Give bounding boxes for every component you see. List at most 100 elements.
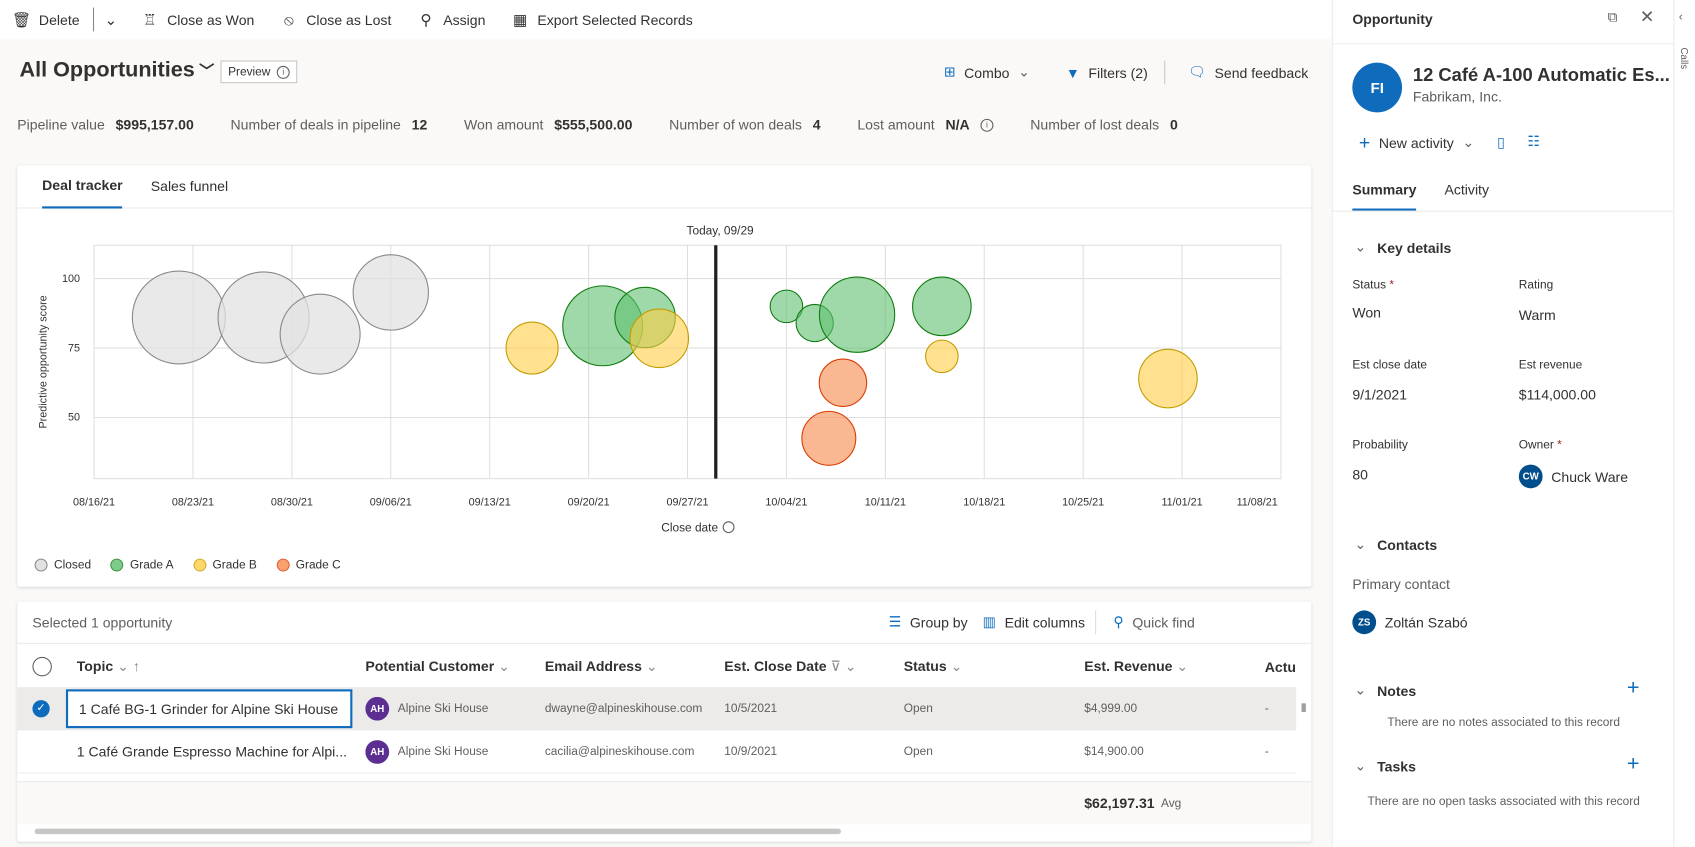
layout-icon: ⊞	[943, 63, 956, 80]
search-icon: ⚲	[1113, 613, 1124, 630]
email-cell[interactable]: dwayne@alpineskihouse.com	[545, 702, 703, 715]
column-est-revenue[interactable]: Est. Revenue ⌄	[1084, 658, 1188, 675]
kpi-deals-in-pipeline: Number of deals in pipeline 12	[230, 116, 428, 133]
y-tick-label: 75	[68, 342, 80, 354]
chart-legend: Closed Grade A Grade B Grade C	[34, 558, 341, 572]
chevron-down-icon: ⌄	[1176, 657, 1189, 675]
close-date-value[interactable]: 9/1/2021	[1352, 387, 1407, 403]
key-details-section[interactable]: ⌄ Key details	[1354, 239, 1451, 256]
x-tick-label: 10/25/21	[1062, 497, 1104, 509]
chevron-down-icon: ⌄	[104, 10, 118, 28]
column-actual[interactable]: Actual C	[1265, 659, 1296, 675]
open-in-new-window-icon[interactable]: ⧉	[1607, 9, 1617, 26]
view-selector[interactable]: All Opportunities ﹀	[19, 58, 214, 83]
more-delete-chevron[interactable]: ⌄	[94, 0, 129, 39]
x-tick-label: 10/11/21	[865, 497, 906, 509]
column-potential-customer[interactable]: Potential Customer ⌄	[365, 658, 510, 675]
combo-button[interactable]: ⊞ Combo ⌄	[944, 58, 1030, 86]
tab-activity[interactable]: Activity	[1444, 173, 1489, 210]
column-email[interactable]: Email Address ⌄	[545, 658, 658, 675]
chevron-left-icon[interactable]: ‹	[1679, 11, 1683, 24]
revenue-label: Est revenue	[1518, 358, 1583, 372]
table-row[interactable]: ✓ 1 Café BG-1 Grinder for Alpine Ski Hou…	[17, 687, 1297, 731]
trash-icon: 🗑	[12, 10, 32, 28]
bubble-closed	[352, 254, 429, 331]
bubble-grade-b	[925, 339, 959, 374]
status-value[interactable]: Won	[1352, 305, 1381, 321]
tab-summary[interactable]: Summary	[1352, 173, 1417, 211]
today-label: Today, 09/29	[687, 223, 755, 237]
filters-button[interactable]: ▼ Filters (2)	[1066, 58, 1148, 86]
y-tick-label: 50	[68, 412, 80, 424]
rating-value[interactable]: Warm	[1519, 307, 1556, 323]
column-close-date[interactable]: Est. Close Date ⊽ ⌄	[724, 658, 856, 675]
avatar: ZS	[1352, 610, 1377, 635]
add-note-plus-icon[interactable]: +	[1627, 676, 1640, 701]
note-icon[interactable]: ▯	[1497, 134, 1505, 151]
export-button[interactable]: ▦ Export Selected Records	[498, 0, 705, 39]
table-row[interactable]: 1 Café Grande Espresso Machine for Alpi.…	[17, 730, 1297, 774]
assign-button[interactable]: ⚲ Assign	[404, 0, 498, 39]
topic-edit-input[interactable]: 1 Café BG-1 Grinder for Alpine Ski House	[65, 689, 353, 729]
email-cell[interactable]: cacilia@alpineskihouse.com	[545, 745, 695, 758]
close-date-label: Est close date	[1352, 358, 1428, 372]
add-task-plus-icon[interactable]: +	[1627, 752, 1640, 777]
send-feedback-button[interactable]: 🗨 Send feedback	[1188, 58, 1308, 86]
aggregate-footer: $62,197.31 Avg	[17, 781, 1312, 825]
info-icon[interactable]: i	[980, 118, 994, 132]
divider	[1164, 60, 1166, 85]
task-list-icon[interactable]: ☷	[1527, 133, 1540, 150]
list-icon: ☰	[888, 613, 902, 630]
owner-value[interactable]: CW Chuck Ware	[1518, 464, 1628, 489]
legend-item-grade-a[interactable]: Grade A	[110, 558, 174, 572]
vertical-scrollbar[interactable]	[1298, 688, 1309, 772]
excel-icon: ▦	[512, 10, 528, 28]
preview-badge[interactable]: Preview i	[220, 60, 298, 84]
edit-columns-button[interactable]: ▥ Edit columns	[983, 608, 1085, 636]
owner-label: Owner *	[1518, 438, 1562, 452]
primary-contact-value[interactable]: ZS Zoltán Szabó	[1352, 610, 1468, 635]
probability-label: Probability	[1352, 438, 1408, 452]
divider	[1332, 210, 1675, 212]
row-checkbox-checked[interactable]: ✓	[32, 700, 50, 718]
legend-item-closed[interactable]: Closed	[34, 558, 91, 572]
topic-cell[interactable]: 1 Café Grande Espresso Machine for Alpi.…	[77, 743, 353, 759]
legend-swatch	[193, 558, 207, 572]
customer-cell[interactable]: AH Alpine Ski House	[365, 739, 488, 764]
group-by-button[interactable]: ☰ Group by	[889, 608, 968, 636]
close-as-lost-button[interactable]: ⦸ Close as Lost	[267, 0, 404, 39]
kpi-lost-amount: Lost amount N/A i	[857, 117, 994, 133]
opportunity-grid: Selected 1 opportunity ☰ Group by ▥ Edit c…	[17, 601, 1312, 842]
contacts-section[interactable]: ⌄ Contacts	[1354, 536, 1437, 553]
legend-item-grade-b[interactable]: Grade B	[193, 558, 257, 572]
delete-button[interactable]: 🗑 Delete	[0, 0, 93, 39]
legend-swatch	[276, 558, 290, 572]
column-topic[interactable]: Topic ⌄ ↑	[77, 658, 140, 675]
bubble-grade-b	[629, 308, 690, 369]
avatar: AH	[365, 696, 390, 721]
close-icon[interactable]: ✕	[1640, 6, 1654, 28]
notes-section[interactable]: ⌄ Notes	[1354, 682, 1416, 699]
revenue-value[interactable]: $114,000.00	[1519, 387, 1596, 403]
aggregate-label: Avg	[1160, 797, 1182, 811]
bubble-grade-c	[818, 358, 868, 408]
record-account[interactable]: Fabrikam, Inc.	[1413, 89, 1502, 105]
quick-find-input[interactable]: ⚲ Quick find	[1113, 608, 1194, 636]
column-status[interactable]: Status ⌄	[904, 658, 963, 675]
chevron-down-icon: ⌄	[117, 657, 129, 675]
select-all-checkbox[interactable]	[32, 656, 52, 677]
probability-value[interactable]: 80	[1352, 467, 1368, 483]
legend-item-grade-c[interactable]: Grade C	[276, 558, 341, 572]
x-tick-label: 08/23/21	[172, 497, 214, 509]
new-activity-button[interactable]: + New activity ⌄	[1359, 129, 1474, 157]
panel-header: Opportunity	[1352, 10, 1433, 28]
horizontal-scrollbar[interactable]	[34, 828, 842, 835]
close-date-cell: 10/5/2021	[724, 702, 778, 716]
calls-tab[interactable]: Calls	[1679, 48, 1690, 70]
tasks-section[interactable]: ⌄ Tasks	[1354, 757, 1415, 774]
revenue-cell: $14,900.00	[1084, 744, 1144, 758]
kpi-won-amount: Won amount $555,500.00	[464, 116, 633, 133]
customer-cell[interactable]: AH Alpine Ski House	[365, 696, 488, 721]
close-as-won-button[interactable]: ♖ Close as Won	[128, 0, 267, 39]
person-icon: ⚲	[420, 10, 432, 28]
